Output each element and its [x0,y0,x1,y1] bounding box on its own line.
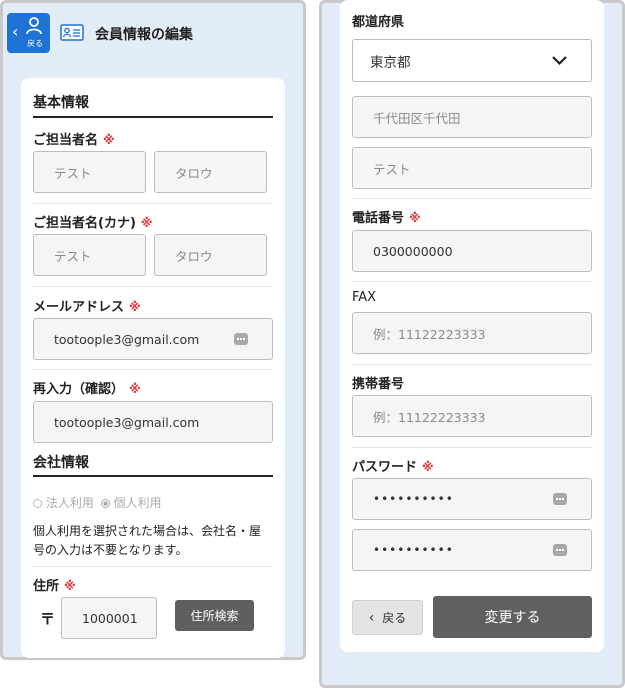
radio-corporate[interactable]: 法人利用 [33,496,98,510]
divider [33,203,273,204]
contact-name-label: ご担当者名 ※ [33,133,115,148]
back-nav-button[interactable]: ‹ 戻る [7,13,50,53]
phone-input[interactable]: 0300000000 [352,230,592,272]
password-manager-icon[interactable] [553,544,567,556]
mobile-label: 携帯番号 [352,377,405,392]
kana-name-label: ご担当者名(カナ) ※ [33,216,153,231]
radio-unchecked-icon [33,499,42,508]
chevron-left-icon: ‹ [12,22,19,41]
usage-type-radio-group: 法人利用 個人利用 [33,494,162,511]
fax-input[interactable]: 例：11122223333 [352,312,592,354]
prefecture-select[interactable]: 東京都 [352,39,592,82]
email-confirm-input[interactable]: tootoople3@gmail.com [33,401,273,443]
password-label: パスワード ※ [352,460,434,475]
autofill-icon[interactable] [234,333,248,345]
address-search-button[interactable]: 住所検索 [175,600,254,631]
kana-last-name-input[interactable]: テスト [33,234,146,276]
basic-info-heading: 基本情報 [33,95,89,111]
address-line1-input[interactable]: 千代田区千代田 [352,96,592,138]
radio-personal[interactable]: 個人利用 [100,496,162,510]
submit-button[interactable]: 変更する [433,596,592,638]
divider [352,364,592,365]
kana-first-name-input[interactable]: タロウ [154,234,267,276]
address-line2-input[interactable]: テスト [352,147,592,189]
back-button[interactable]: ‹ 戻る [352,600,423,635]
divider [352,281,592,282]
back-nav-label: 戻る [27,39,43,48]
chevron-left-icon: ‹ [368,609,375,626]
divider [33,369,273,370]
member-card-icon [60,24,84,41]
radio-checked-icon [100,499,110,508]
divider [352,447,592,448]
divider [352,198,592,199]
company-info-divider [33,475,273,477]
email-confirm-label: 再入力（確認） ※ [33,382,141,397]
phone-label: 電話番号 ※ [352,211,421,226]
fax-label: FAX [352,290,377,305]
contact-first-name-input[interactable]: タロウ [154,151,267,193]
password-manager-icon[interactable] [553,493,567,505]
person-icon [26,17,42,35]
postal-mark: 〒 [40,610,56,628]
divider [33,286,273,287]
personal-use-note-line2: 号の入力は不要となります。 [33,543,188,557]
email-input[interactable]: tootoople3@gmail.com [33,318,273,360]
contact-last-name-input[interactable]: テスト [33,151,146,193]
address-label: 住所 ※ [33,579,76,594]
prefecture-label: 都道府県 [352,15,405,30]
email-label: メールアドレス ※ [33,300,141,315]
company-info-heading: 会社情報 [33,455,89,471]
password-confirm-input[interactable]: •••••••••• [352,529,592,571]
personal-use-note-line1: 個人利用を選択された場合は、会社名・屋 [33,524,262,538]
postal-code-input[interactable]: 1000001 [61,597,157,639]
password-input[interactable]: •••••••••• [352,478,592,520]
chevron-down-icon [552,56,567,66]
page-title: 会員情報の編集 [95,27,193,43]
divider [33,566,273,567]
mobile-input[interactable]: 例：11122223333 [352,395,592,437]
basic-info-divider [33,116,273,118]
